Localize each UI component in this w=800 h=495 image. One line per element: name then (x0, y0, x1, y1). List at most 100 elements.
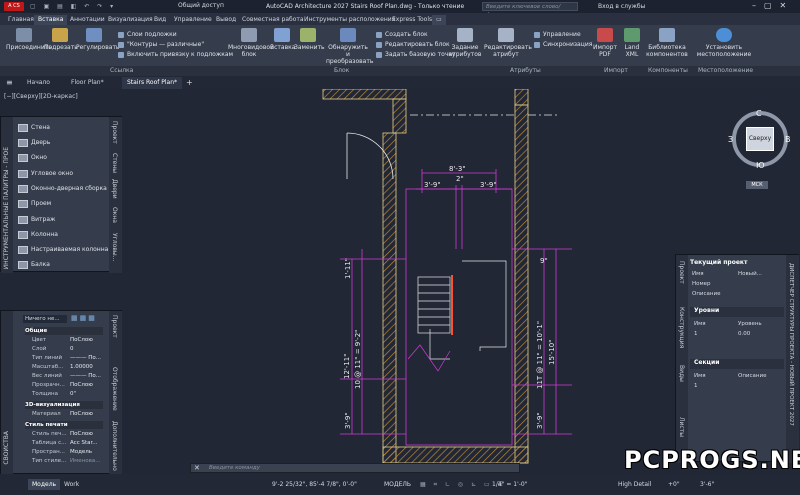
edit-block-button[interactable]: Редактировать блок (376, 41, 450, 49)
search-input[interactable]: Введите ключевое слово/фразу (482, 2, 578, 18)
tool-window[interactable]: Окно (13, 153, 109, 163)
tool-door-window-assembly[interactable]: Оконно-дверная сборка (13, 184, 109, 194)
prop-row[interactable]: Толщина 0" (24, 390, 104, 399)
tp-tab-windows[interactable]: Окна (111, 207, 118, 223)
doc-tab-stairs-roof-plan[interactable]: Stairs Roof Plan* (122, 77, 183, 89)
prop-row[interactable]: Тип линий ——— По... (24, 354, 104, 363)
adjust-button[interactable]: Регулировать (76, 28, 119, 51)
pn-tab-constructs[interactable]: Конструкция (678, 307, 685, 348)
insert-button[interactable]: Вставка (270, 28, 295, 51)
group-block[interactable]: Блок (334, 67, 349, 74)
tab-insert[interactable]: Вставка (34, 15, 68, 25)
compass-south[interactable]: Ю (756, 161, 765, 170)
doc-tab-floor-plan[interactable]: Floor Plan* (66, 77, 109, 89)
group-import[interactable]: Импорт (604, 67, 628, 74)
prop-row-material[interactable]: Материал ПоСлою (24, 410, 104, 419)
attach-button[interactable]: Присоединить (6, 28, 52, 51)
replace-button[interactable]: Заменить (294, 28, 325, 51)
quick-select-icons[interactable]: ▦▦▦ (71, 314, 97, 322)
levels-header[interactable]: Уровни (690, 307, 784, 317)
tool-door[interactable]: Дверь (13, 138, 109, 148)
tp-tab-corner[interactable]: Угловы... (111, 233, 118, 261)
tool-corner-window[interactable]: Угловое окно (13, 169, 109, 179)
selection-dropdown[interactable]: Ничего не... (23, 315, 67, 323)
tool-wall[interactable]: Стена (13, 123, 109, 133)
compass-east[interactable]: В (785, 135, 791, 144)
tp-tab-walls[interactable]: Стены (111, 153, 118, 173)
window-controls[interactable]: –▢✕ (752, 1, 794, 10)
tool-palette-titlebar[interactable]: ИНСТРУМЕНТАЛЬНЫЕ ПАЛИТРЫ - ПРОЕ (1, 117, 13, 273)
import-pdf-button[interactable]: Импорт PDF (592, 28, 618, 58)
sync-attributes-button[interactable]: Синхронизация (534, 41, 592, 49)
underlay-layers-button[interactable]: Слои подложки (118, 31, 177, 39)
tool-curtain-wall[interactable]: Витраж (13, 215, 109, 225)
menu-icon[interactable]: ≡ (6, 78, 13, 87)
prop-tab-display[interactable]: Отображение (111, 367, 118, 411)
tool-column[interactable]: Колонна (13, 230, 109, 240)
layout-tab-model[interactable]: Модель (28, 479, 61, 490)
level-row-value[interactable]: 0.00 (738, 331, 750, 337)
section-row[interactable]: 1 (694, 383, 698, 389)
prop-row[interactable]: Вес линий ——— По... (24, 372, 104, 381)
land-xml-button[interactable]: Land XML (620, 28, 644, 58)
multiview-block-button[interactable]: Многовидовой блок (228, 28, 274, 58)
viewcube[interactable]: Сверху (732, 111, 788, 167)
project-name-value[interactable]: Новый... (738, 271, 762, 277)
set-base-point-button[interactable]: Задать базовую точку (376, 51, 455, 59)
properties-titlebar[interactable]: СВОЙСТВА (1, 311, 13, 475)
component-library-button[interactable]: Библиотека компонентов (646, 28, 688, 58)
group-attributes[interactable]: Атрибуты (510, 67, 541, 74)
compass-north[interactable]: С (756, 109, 762, 118)
command-close-icon[interactable]: ✕ (194, 464, 200, 472)
tab-layout-tools[interactable]: Инструменты расположения (300, 15, 399, 25)
quick-access-toolbar[interactable]: ▢ ▣ ▤ ◧ ↶ ↷ ▾ (30, 3, 170, 10)
prop-row[interactable]: Прозрачн... ПоСлою (24, 381, 104, 390)
detect-convert-button[interactable]: Обнаружить и преобразовать (326, 28, 373, 65)
app-menu-button[interactable]: A CS (4, 2, 24, 11)
compass-west[interactable]: З (728, 135, 733, 144)
tab-extra-toggle[interactable]: ▭ (432, 15, 446, 25)
wcs-menu[interactable]: МСК (746, 181, 768, 189)
prop-row[interactable]: Цвет ПоСлою (24, 336, 104, 345)
tool-opening[interactable]: Проем (13, 199, 109, 209)
viewcube-top-face[interactable]: Сверху (746, 127, 774, 151)
create-block-button[interactable]: Создать блок (376, 31, 428, 39)
group-components[interactable]: Компоненты (648, 67, 688, 74)
tab-express-tools[interactable]: Express Tools (388, 15, 436, 25)
current-project-header[interactable]: Текущий проект (690, 259, 784, 269)
tab-manage[interactable]: Управление (170, 15, 216, 25)
prop-tab-extended[interactable]: Дополнительно (111, 421, 118, 471)
pn-tab-sheets[interactable]: Листы (678, 417, 685, 437)
define-attributes-button[interactable]: Задание атрибутов (448, 28, 482, 58)
command-line[interactable]: ✕ Введите команду (190, 463, 520, 473)
set-location-button[interactable]: Установить местоположение (696, 28, 752, 58)
clip-button[interactable]: Подрезать (44, 28, 78, 51)
detail-level[interactable]: High Detail (618, 479, 651, 490)
new-tab-icon[interactable]: + (186, 78, 193, 87)
elevation-value[interactable]: +0" (668, 479, 680, 490)
frames-dropdown[interactable]: "Контуры — различные" (118, 41, 204, 49)
tab-annotate[interactable]: Аннотации (66, 15, 109, 25)
level-row-name[interactable]: 1 (694, 331, 698, 337)
edit-attribute-button[interactable]: Редактировать атрибут (484, 28, 532, 58)
snap-underlays-toggle[interactable]: Включить привязку к подложкам (118, 51, 233, 59)
prop-row[interactable]: Масштаб... 1.00000 (24, 363, 104, 372)
pn-tab-project[interactable]: Проект (678, 261, 685, 284)
annotation-scale[interactable]: 1/4" = 1'-0" (492, 479, 527, 490)
prop-row[interactable]: Стиль печ... ПоСлою (24, 430, 104, 439)
tab-visualize[interactable]: Визуализация (104, 15, 157, 25)
tp-tab-project[interactable]: Проект (111, 121, 118, 144)
tab-output[interactable]: Вывод (212, 15, 240, 25)
project-nav-titlebar[interactable]: ДИСПЕТЧЕР СТРУКТУРЫ ПРОЕКТА - НОВЫЙ ПРОЕ… (786, 255, 799, 463)
prop-row[interactable]: Слой 0 (24, 345, 104, 354)
tool-custom-column[interactable]: Настраиваемая колонна (13, 245, 109, 255)
section-general[interactable]: Общие (25, 327, 103, 335)
manage-attributes-button[interactable]: Управление (534, 31, 581, 39)
prop-row[interactable]: Тип стиле... Именова... (24, 457, 104, 466)
tab-view[interactable]: Вид (150, 15, 170, 25)
layout-tab-work[interactable]: Work (64, 479, 79, 490)
doc-tab-start[interactable]: Начало (22, 77, 55, 89)
signin-button[interactable]: Вход в службы (598, 3, 645, 10)
prop-row[interactable]: Простран... Модель (24, 448, 104, 457)
group-location[interactable]: Местоположение (698, 67, 753, 74)
